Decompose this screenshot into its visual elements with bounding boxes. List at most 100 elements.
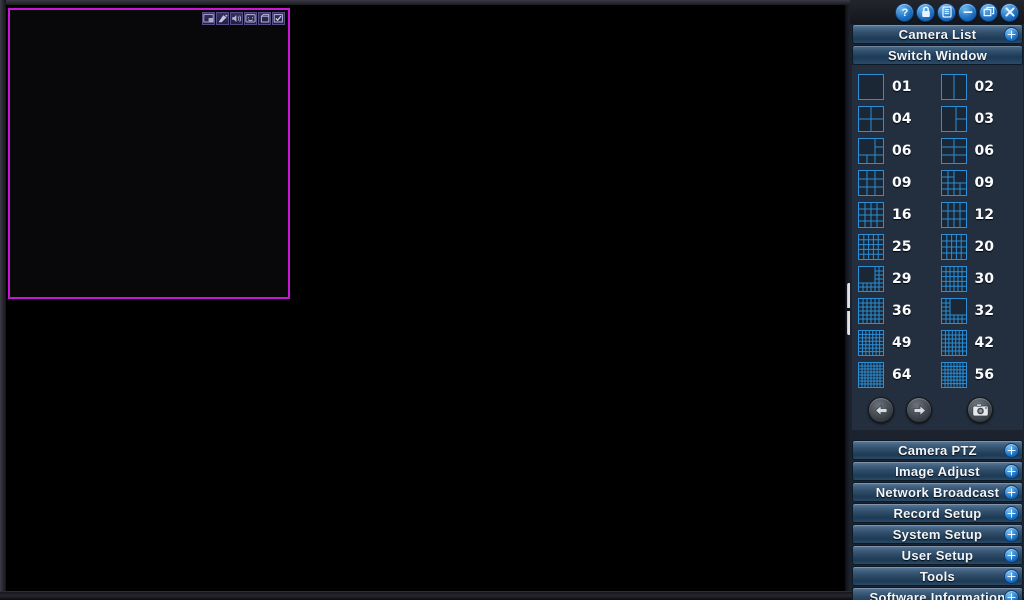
close-button[interactable] — [1000, 2, 1019, 22]
layout-count-label: 20 — [974, 239, 994, 255]
layout-grid-icon-06 — [858, 138, 884, 164]
section-label: Image Adjust — [895, 463, 980, 479]
application-window: ? Camera List Switch Window 01 02 04 03 06 06… — [0, 0, 1024, 600]
layout-option-16-8[interactable]: 16 — [858, 201, 935, 229]
snapshot-button[interactable] — [258, 12, 271, 25]
lock-icon — [921, 6, 930, 17]
layout-option-36-14[interactable]: 36 — [858, 297, 935, 325]
expand-plus-icon[interactable] — [1004, 464, 1019, 479]
layout-grid-icon-36 — [858, 298, 884, 324]
sidebar-section-camera-ptz[interactable]: Camera PTZ — [852, 440, 1023, 460]
section-label: Software Information — [869, 589, 1006, 600]
next-page-button[interactable] — [906, 397, 932, 423]
layout-option-09-6[interactable]: 09 — [858, 169, 935, 197]
layout-count-label: 02 — [974, 79, 994, 95]
layout-option-09-7[interactable]: 09 — [940, 169, 1018, 197]
section-label: Camera PTZ — [898, 442, 977, 458]
layout-grid-icon-32 — [940, 298, 967, 324]
section-label: Network Broadcast — [875, 484, 1000, 500]
pip-button[interactable] — [202, 12, 215, 25]
snapshot-button[interactable] — [967, 397, 993, 423]
layout-option-64-18[interactable]: 64 — [858, 361, 935, 389]
subsection-label: Switch Window — [887, 47, 988, 63]
record-button[interactable] — [244, 12, 257, 25]
sidebar-sections-list: Camera PTZ Image Adjust Network Broadcast R… — [850, 440, 1024, 600]
audio-button[interactable] — [230, 12, 243, 25]
layout-grid-icon-06 — [940, 138, 967, 164]
layout-count-label: 25 — [892, 239, 912, 255]
close-icon — [1004, 7, 1015, 17]
expand-plus-icon[interactable] — [1004, 527, 1019, 542]
layout-count-label: 09 — [974, 175, 994, 191]
expand-plus-icon[interactable] — [1004, 443, 1019, 458]
layout-grid-icon-29 — [858, 266, 884, 292]
layout-option-06-5[interactable]: 06 — [940, 137, 1018, 165]
section-label: Tools — [919, 568, 956, 584]
arrow-right-icon — [913, 404, 926, 416]
sidebar-section-network-broadcast[interactable]: Network Broadcast — [852, 482, 1023, 502]
restore-button[interactable] — [979, 2, 998, 22]
expand-plus-icon[interactable] — [1004, 485, 1019, 500]
camera-panel-toolbar — [202, 12, 285, 25]
layout-option-20-11[interactable]: 20 — [940, 233, 1018, 261]
layout-option-04-2[interactable]: 04 — [858, 105, 935, 133]
sidebar-section-record-setup[interactable]: Record Setup — [852, 503, 1023, 523]
sidebar-subsection-switch-window[interactable]: Switch Window — [852, 45, 1023, 65]
previous-page-button[interactable] — [868, 397, 894, 423]
video-display-area[interactable] — [6, 5, 850, 591]
layout-grid-icon-64 — [858, 362, 884, 388]
speaker-icon — [232, 15, 242, 22]
layout-option-56-19[interactable]: 56 — [940, 361, 1018, 389]
minimize-button[interactable] — [958, 2, 977, 22]
select-button[interactable] — [272, 12, 285, 25]
layout-option-03-3[interactable]: 03 — [940, 105, 1018, 133]
layout-option-06-4[interactable]: 06 — [858, 137, 935, 165]
expand-plus-icon[interactable] — [1004, 27, 1019, 42]
layout-count-label: 32 — [974, 303, 994, 319]
arrow-left-icon — [874, 404, 887, 416]
minus-icon — [963, 11, 972, 13]
expand-plus-icon[interactable] — [1004, 548, 1019, 563]
sidebar-section-system-setup[interactable]: System Setup — [852, 524, 1023, 544]
lock-button[interactable] — [916, 2, 935, 22]
camera-icon — [971, 403, 989, 417]
layout-option-02-1[interactable]: 02 — [940, 73, 1018, 101]
layout-count-label: 36 — [892, 303, 912, 319]
sidebar-section-image-adjust[interactable]: Image Adjust — [852, 461, 1023, 481]
restore-icon — [983, 6, 994, 17]
ptz-camera-icon — [218, 14, 228, 23]
snapshot-icon — [260, 13, 270, 23]
layout-option-01-0[interactable]: 01 — [858, 73, 935, 101]
log-button[interactable] — [937, 2, 956, 22]
layout-grid-icon-30 — [940, 266, 967, 292]
sidebar-section-camera-list[interactable]: Camera List — [852, 24, 1023, 44]
layout-option-25-10[interactable]: 25 — [858, 233, 935, 261]
layout-option-29-12[interactable]: 29 — [858, 265, 935, 293]
help-button[interactable]: ? — [895, 2, 914, 22]
layout-option-30-13[interactable]: 30 — [940, 265, 1018, 293]
ptz-button[interactable] — [216, 12, 229, 25]
list-icon — [941, 6, 952, 18]
layout-grid-icon-25 — [858, 234, 884, 260]
layout-option-49-16[interactable]: 49 — [858, 329, 935, 357]
sidebar-section-software-information[interactable]: Software Information — [852, 587, 1023, 600]
section-label: System Setup — [892, 526, 983, 542]
expand-plus-icon[interactable] — [1004, 506, 1019, 521]
switch-window-panel: 01 02 04 03 06 06 09 09 16 12 25 20 29 30 36 32 49 42 64 56 — [852, 65, 1023, 430]
expand-plus-icon[interactable] — [1004, 590, 1019, 600]
layout-grid-icon-02 — [940, 74, 967, 100]
layout-option-42-17[interactable]: 42 — [940, 329, 1018, 357]
layout-grid-icon-56 — [940, 362, 967, 388]
layout-count-label: 56 — [974, 367, 994, 383]
sidebar-section-user-setup[interactable]: User Setup — [852, 545, 1023, 565]
layout-count-label: 16 — [892, 207, 912, 223]
layout-option-32-15[interactable]: 32 — [940, 297, 1018, 325]
sidebar-section-tools[interactable]: Tools — [852, 566, 1023, 586]
camera-view-panel-selected[interactable] — [8, 8, 290, 299]
svg-text:?: ? — [901, 7, 908, 19]
layout-count-label: 49 — [892, 335, 912, 351]
layout-grid-icon-01 — [858, 74, 884, 100]
layout-grid-icon-03 — [940, 106, 967, 132]
layout-option-12-9[interactable]: 12 — [940, 201, 1018, 229]
expand-plus-icon[interactable] — [1004, 569, 1019, 584]
